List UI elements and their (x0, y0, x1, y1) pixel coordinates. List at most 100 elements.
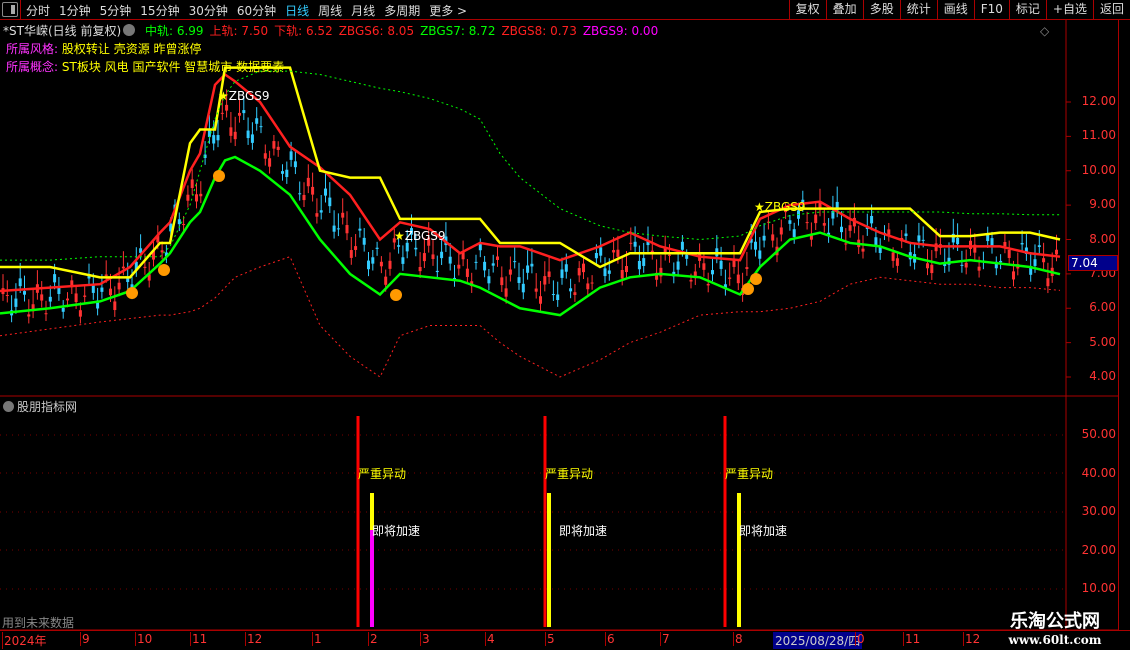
candle-body (805, 222, 809, 224)
series-ZBGS6 (0, 66, 1061, 279)
candle-body (977, 266, 981, 271)
candle-body (212, 135, 216, 144)
candle-body (586, 283, 590, 290)
candle-body (289, 151, 293, 160)
candle-body (1042, 258, 1046, 263)
candle-body (844, 243, 848, 245)
signal-icon (126, 287, 138, 299)
candle-body (745, 267, 749, 269)
candle-body (642, 258, 646, 266)
candle-body (384, 276, 388, 285)
candle-body (354, 246, 358, 250)
cursor-date: 2025/08/28/四 (773, 632, 863, 649)
candle-body (969, 240, 972, 249)
candle-body (539, 296, 542, 304)
price-tick: 8.00 (1089, 231, 1116, 246)
series-上轨 (0, 72, 1061, 293)
candle-body (556, 294, 560, 301)
signal-bar-red (543, 416, 547, 627)
candle-body (926, 263, 929, 269)
candle-body (633, 241, 637, 247)
candle-body (5, 295, 9, 297)
candle-body (61, 307, 65, 312)
candle-body (379, 261, 383, 267)
candle-body (964, 262, 968, 268)
price-tick: 4.00 (1089, 369, 1116, 383)
candle-body (754, 241, 757, 250)
signal-accelerate: 即将加速 (739, 524, 788, 538)
price-tick: 12.00 (1081, 94, 1116, 108)
candle-body (302, 194, 306, 201)
candle-body (233, 131, 237, 140)
candle-body (143, 266, 147, 268)
candle-body (78, 310, 82, 317)
time-tick: 3 (420, 632, 430, 646)
candle-body (44, 313, 48, 315)
candle-body (478, 244, 482, 251)
candle-body (216, 135, 220, 141)
candle-body (706, 283, 710, 286)
candle-body (336, 228, 340, 230)
candle-body (388, 260, 392, 269)
candle-body (732, 260, 736, 267)
candle-body (917, 235, 921, 242)
candle-body (341, 212, 345, 218)
time-tick: 4 (485, 632, 495, 646)
candle-body (891, 252, 895, 261)
price-tick: 5.00 (1089, 334, 1116, 349)
candle-body (483, 261, 487, 271)
candle-body (513, 261, 517, 263)
candle-body (999, 260, 1003, 263)
candle-body (603, 268, 607, 277)
candle-body (272, 141, 276, 149)
price-chart[interactable] (0, 0, 1130, 650)
signal-bar-magenta (370, 530, 374, 627)
time-tick: 2 (368, 632, 378, 646)
candle-body (491, 263, 495, 266)
candle-body (637, 260, 641, 270)
lower-panel-title[interactable]: 股朋指标网 (3, 398, 77, 415)
candle-body (508, 269, 512, 275)
candle-body (186, 194, 190, 201)
candle-body (599, 247, 603, 256)
candle-body (526, 265, 530, 273)
candle-body (401, 257, 405, 264)
candle-body (18, 278, 22, 287)
signal-icon (390, 289, 402, 301)
collapse-icon[interactable] (3, 401, 14, 412)
candle-body (259, 126, 263, 128)
candle-body (1037, 245, 1041, 248)
candle-body (263, 153, 267, 159)
candle-body (680, 241, 684, 250)
time-tick: 6 (605, 632, 615, 646)
candle-body (319, 210, 323, 213)
price-tick: 10.00 (1081, 162, 1116, 177)
current-price-tag: 7.04 (1068, 255, 1118, 271)
candle-body (182, 224, 186, 226)
candle-body (440, 251, 444, 259)
candle-body (861, 248, 865, 252)
right-side-strip[interactable] (1118, 20, 1130, 630)
time-tick: 11 (190, 632, 208, 646)
candle-body (560, 269, 564, 278)
candle-body (668, 254, 671, 256)
time-tick: 11 (903, 632, 921, 646)
candle-body (293, 161, 297, 168)
candle-body (1012, 271, 1015, 280)
candle-body (220, 112, 224, 114)
candle-body (465, 268, 469, 277)
candle-body (788, 220, 792, 224)
candle-body (431, 254, 435, 259)
lower-tick: 10.00 (1081, 581, 1116, 595)
candle-body (100, 287, 104, 292)
candle-body (676, 261, 680, 270)
diamond-icon[interactable]: ◇ (1040, 24, 1049, 38)
candle-body (569, 288, 573, 292)
candle-body (607, 270, 611, 274)
candle-body (814, 214, 818, 224)
zbgs9-marker: ★ZBGS9 (754, 200, 806, 214)
candle-body (590, 282, 594, 284)
lower-tick: 20.00 (1081, 542, 1116, 557)
candle-body (405, 242, 409, 252)
candle-body (199, 193, 203, 197)
